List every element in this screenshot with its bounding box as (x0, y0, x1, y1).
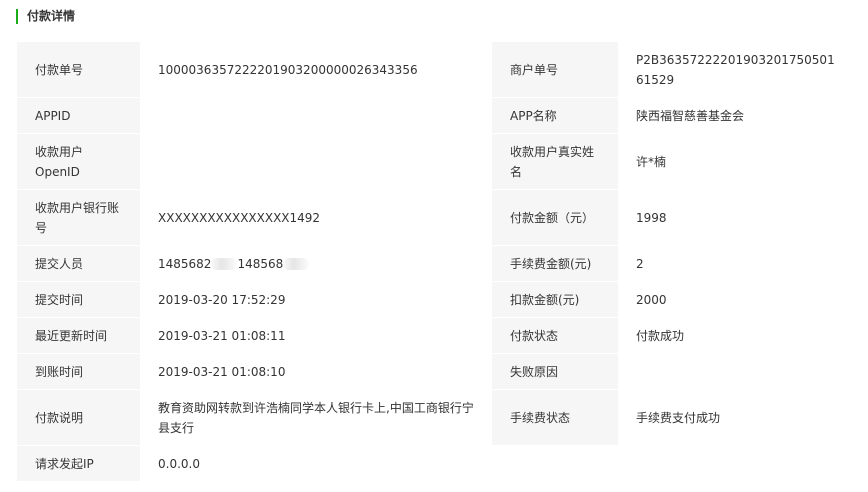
fee-status-value: 手续费支付成功 (618, 390, 849, 445)
redaction-blur (211, 257, 238, 270)
table-row: 收款用户银行账号 XXXXXXXXXXXXXXXX1492 付款金额（元） 19… (17, 190, 849, 245)
table-row: 收款用户OpenID 收款用户真实姓名 许*楠 (17, 134, 849, 189)
fee-amount-label: 手续费金额(元) (492, 246, 618, 281)
payment-number-value: 1000036357222201903200000026343356 (140, 42, 492, 97)
submit-time-value: 2019-03-20 17:52:29 (140, 282, 492, 317)
payment-amount-value: 1998 (618, 190, 849, 245)
table-row: 请求发起IP 0.0.0.0 (17, 446, 492, 481)
payment-status-label: 付款状态 (492, 318, 618, 353)
section-title: 付款详情 (16, 9, 75, 24)
payment-amount-label: 付款金额（元） (492, 190, 618, 245)
payment-status-value: 付款成功 (618, 318, 849, 353)
table-row: 提交时间 2019-03-20 17:52:29 扣款金额(元) 2000 (17, 282, 849, 317)
payment-description-value: 教育资助网转款到许浩楠同学本人银行卡上,中国工商银行宁县支行 (140, 390, 492, 445)
table-row: 付款单号 1000036357222201903200000026343356 … (17, 42, 849, 97)
merchant-number-value: P2B36357222201903201750501 61529 (618, 42, 849, 97)
deduct-amount-label: 扣款金额(元) (492, 282, 618, 317)
fee-status-label: 手续费状态 (492, 390, 618, 445)
table-row: 最近更新时间 2019-03-21 01:08:11 付款状态 付款成功 (17, 318, 849, 353)
payment-number-label: 付款单号 (17, 42, 140, 97)
payment-description-label: 付款说明 (17, 390, 140, 445)
app-name-label: APP名称 (492, 98, 618, 133)
receiver-openid-value (140, 134, 492, 189)
appid-value (140, 98, 492, 133)
submitter-id-part1: 1485682 (158, 256, 212, 271)
request-ip-value: 0.0.0.0 (140, 446, 492, 481)
receiver-real-name-value: 许*楠 (618, 134, 849, 189)
receiver-bank-account-value: XXXXXXXXXXXXXXXX1492 (140, 190, 492, 245)
last-update-time-value: 2019-03-21 01:08:11 (140, 318, 492, 353)
receiver-openid-label: 收款用户OpenID (17, 134, 140, 189)
merchant-number-label: 商户单号 (492, 42, 618, 97)
table-row: 提交人员 1485682 148568 手续费金额(元) 2 (17, 246, 849, 281)
submitter-value: 1485682 148568 (140, 246, 492, 281)
fee-amount-value: 2 (618, 246, 849, 281)
appid-label: APPID (17, 98, 140, 133)
failure-reason-value (618, 354, 849, 389)
table-row: 到账时间 2019-03-21 01:08:10 失败原因 (17, 354, 849, 389)
submit-time-label: 提交时间 (17, 282, 140, 317)
arrival-time-label: 到账时间 (17, 354, 140, 389)
app-name-value: 陕西福智慈善基金会 (618, 98, 849, 133)
request-ip-label: 请求发起IP (17, 446, 140, 481)
failure-reason-label: 失败原因 (492, 354, 618, 389)
table-row: APPID APP名称 陕西福智慈善基金会 (17, 98, 849, 133)
submitter-label: 提交人员 (17, 246, 140, 281)
table-row: 付款说明 教育资助网转款到许浩楠同学本人银行卡上,中国工商银行宁县支行 手续费状… (17, 390, 849, 445)
deduct-amount-value: 2000 (618, 282, 849, 317)
receiver-real-name-label: 收款用户真实姓名 (492, 134, 618, 189)
submitter-id-part2: 148568 (237, 256, 284, 271)
arrival-time-value: 2019-03-21 01:08:10 (140, 354, 492, 389)
receiver-bank-account-label: 收款用户银行账号 (17, 190, 140, 245)
last-update-time-label: 最近更新时间 (17, 318, 140, 353)
redaction-blur (283, 257, 310, 270)
